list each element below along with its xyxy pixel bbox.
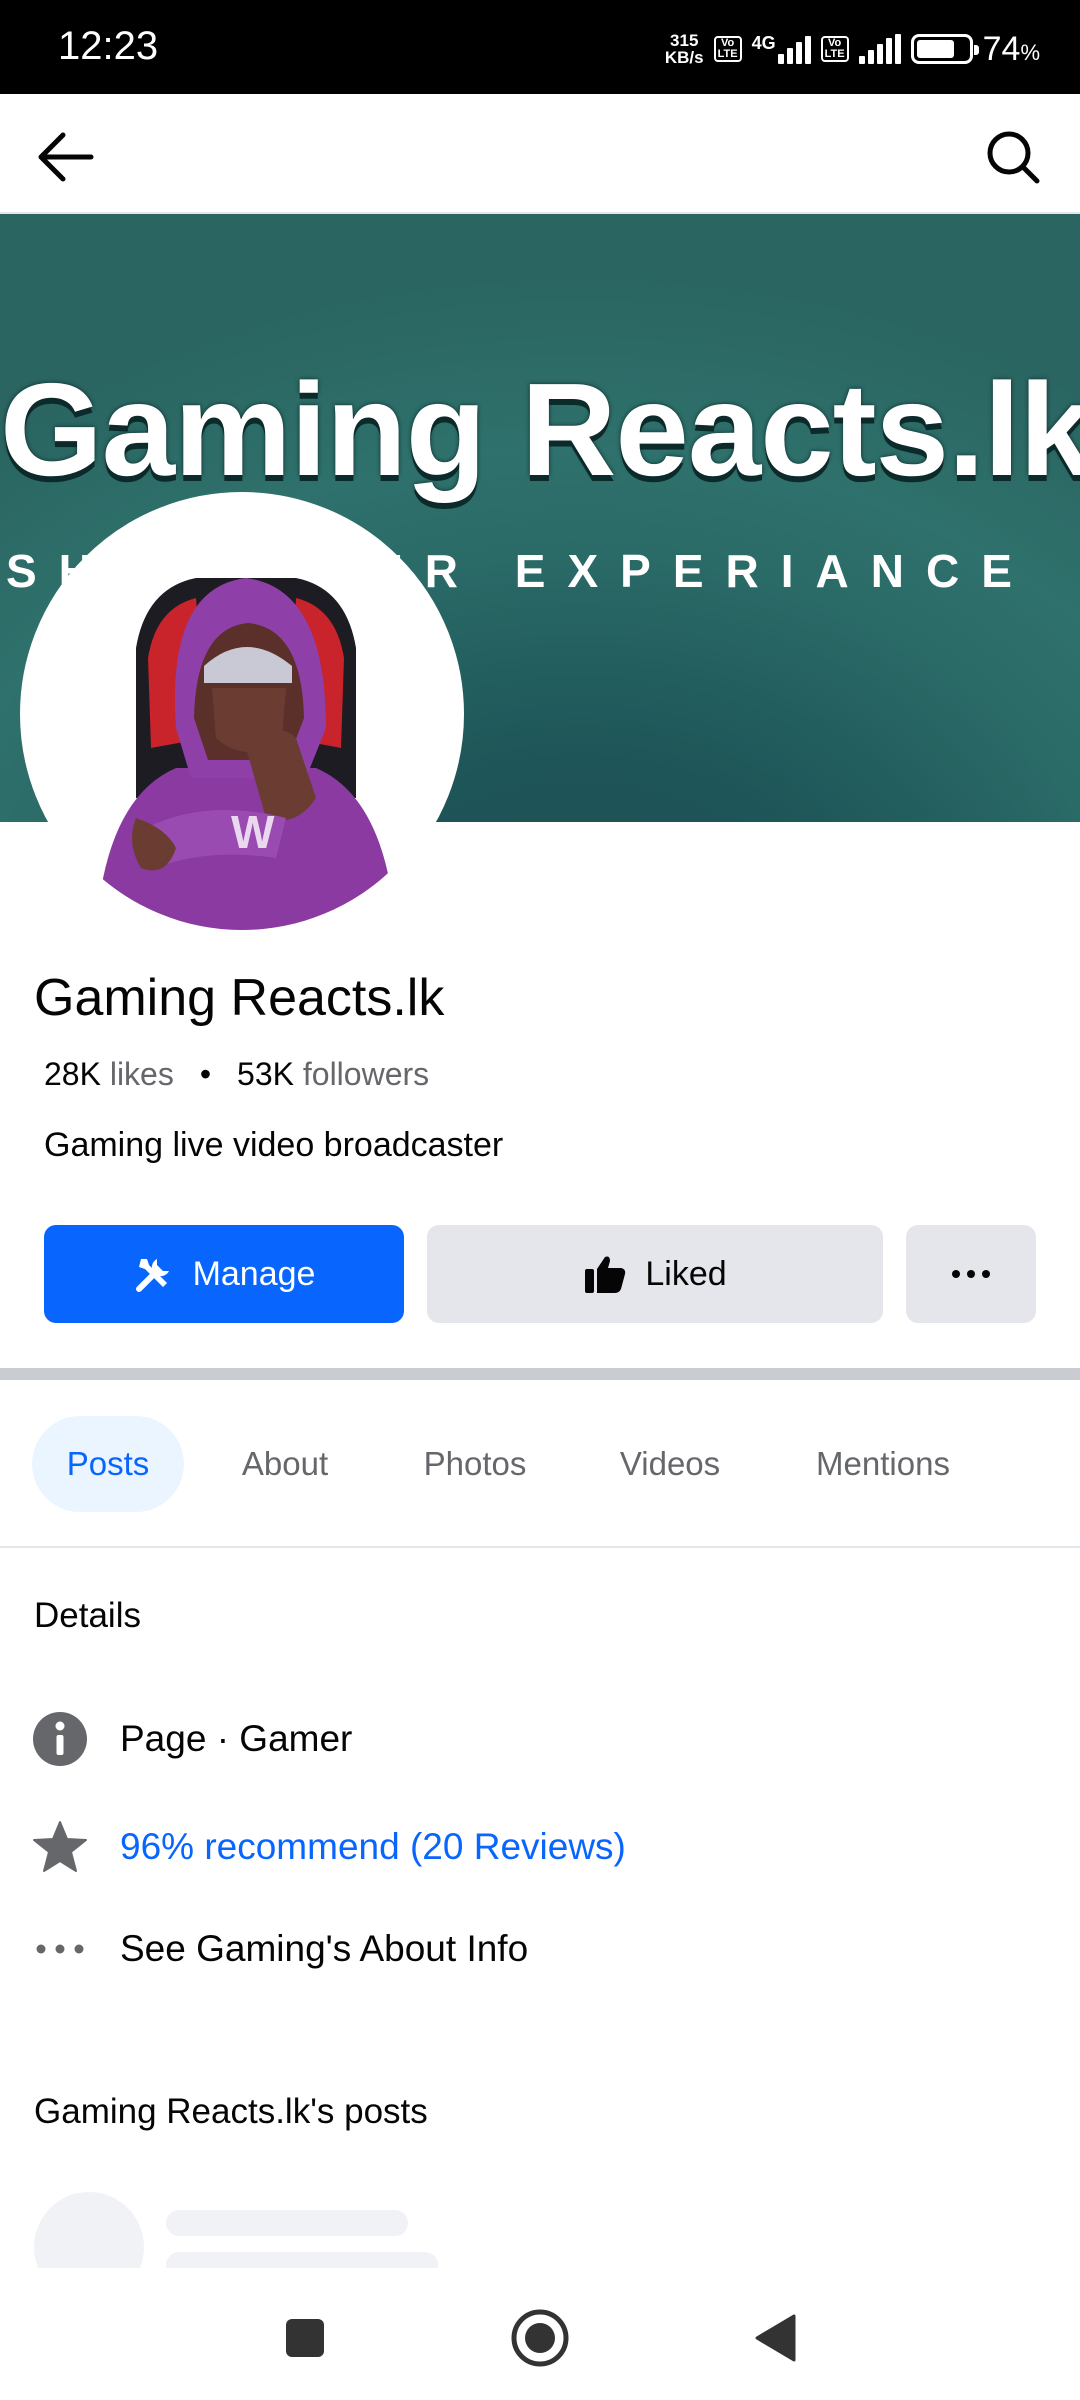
volte-badge: Vo LTE (713, 36, 742, 62)
tab-posts[interactable]: Posts (32, 1416, 184, 1512)
battery-icon (910, 34, 979, 64)
info-icon (30, 1709, 90, 1769)
tab-videos[interactable]: Videos (590, 1416, 750, 1512)
system-navigation-bar (0, 2268, 1080, 2400)
signal-icon (777, 34, 811, 64)
manage-button[interactable]: Manage (44, 1225, 404, 1323)
home-button[interactable] (500, 2298, 580, 2378)
network-speed: 315 KB/s (664, 31, 704, 67)
volte-badge-2: Vo LTE (820, 36, 849, 62)
recents-button[interactable] (265, 2298, 345, 2378)
status-time: 12:23 (58, 24, 159, 68)
network-type: 4G (751, 32, 776, 53)
detail-page-type: Page · Gamer (30, 1704, 352, 1774)
liked-button[interactable]: Liked (427, 1225, 883, 1323)
status-bar: 12:23 315 KB/s Vo LTE 4G Vo LTE 74% (0, 0, 1080, 94)
detail-recommend[interactable]: 96% recommend (20 Reviews) (30, 1812, 626, 1882)
home-circle-icon (511, 2309, 569, 2367)
followers-label: followers (302, 1056, 430, 1092)
tools-icon (135, 1259, 169, 1292)
thumbs-up-icon (585, 1256, 626, 1293)
profile-picture[interactable]: W (20, 492, 464, 936)
page-title: Gaming Reacts.lk (34, 969, 445, 1027)
battery-percent: 74% (982, 29, 1040, 68)
page-tabs: Posts About Photos Videos Mentions (0, 1380, 1080, 1548)
stats-separator: • (199, 1056, 212, 1092)
page-stats: 28K likes • 53K followers (44, 1056, 429, 1093)
more-horizontal-icon (30, 1919, 90, 1979)
back-button[interactable] (30, 122, 100, 192)
page-category: Gaming live video broadcaster (44, 1126, 504, 1164)
liked-label: Liked (645, 1254, 727, 1293)
about-info-link[interactable]: See Gaming's About Info (120, 1928, 528, 1970)
page-type-text: Page · Gamer (120, 1718, 353, 1759)
svg-text:W: W (231, 806, 275, 858)
section-divider (0, 1368, 1080, 1380)
detail-about-info[interactable]: See Gaming's About Info (30, 1914, 528, 1984)
manage-label: Manage (192, 1254, 316, 1293)
arrow-left-icon (38, 132, 94, 182)
posts-section-title: Gaming Reacts.lk's posts (34, 2092, 428, 2131)
profile-person-image: W (26, 498, 458, 930)
back-nav-button[interactable] (735, 2298, 815, 2378)
search-icon (987, 131, 1040, 184)
post-line-placeholder (166, 2210, 408, 2236)
tab-photos[interactable]: Photos (390, 1416, 560, 1512)
square-icon (286, 2319, 324, 2357)
likes-label: likes (109, 1056, 174, 1092)
more-options-button[interactable] (906, 1225, 1036, 1323)
details-title: Details (34, 1596, 141, 1635)
followers-count: 53K (237, 1056, 294, 1092)
likes-count: 28K (44, 1056, 101, 1092)
tab-mentions[interactable]: Mentions (790, 1416, 976, 1512)
search-button[interactable] (978, 122, 1048, 192)
star-icon (30, 1817, 90, 1877)
triangle-back-icon (755, 2314, 796, 2362)
status-icons: 315 KB/s Vo LTE 4G Vo LTE 74% (665, 24, 1040, 74)
recommend-link[interactable]: 96% recommend (20 Reviews) (120, 1826, 626, 1868)
tab-about[interactable]: About (210, 1416, 360, 1512)
battery-fill (916, 40, 954, 58)
top-navigation (0, 94, 1080, 214)
cover-title: Gaming Reacts.lk (0, 356, 1080, 503)
more-dots-icon (952, 1270, 990, 1278)
signal-icon-2 (858, 34, 901, 64)
